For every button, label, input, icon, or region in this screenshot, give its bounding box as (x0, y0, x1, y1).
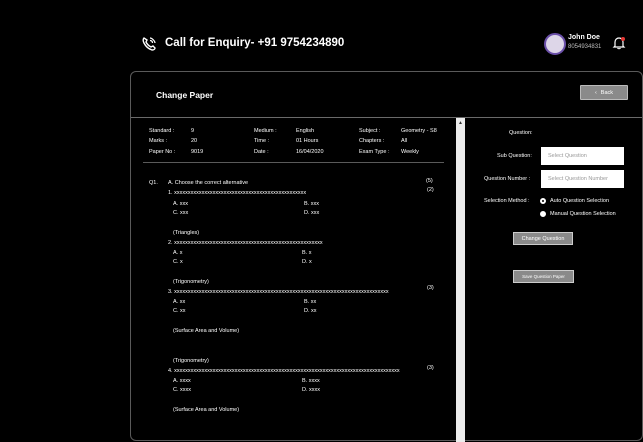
q4-text: 4. xxxxxxxxxxxxxxxxxxxxxxxxxxxxxxxxxxxxx… (168, 368, 400, 374)
chevron-left-icon: ‹ (594, 89, 597, 96)
top-header: Call for Enquiry- +91 9754234890 John Do… (0, 0, 643, 72)
question-label: Question: (509, 130, 533, 136)
question-number: Q1. (149, 180, 158, 186)
q2-option-d: D. x (302, 259, 312, 265)
q3-option-d: D. xx (304, 308, 317, 314)
chapters-value: All (401, 138, 408, 144)
back-button-label: Back (600, 89, 614, 96)
enquiry-phone-text: Call for Enquiry- +91 9754234890 (165, 37, 345, 49)
q1-text: 1. xxxxxxxxxxxxxxxxxxxxxxxxxxxxxxxxxxxxx… (168, 190, 307, 196)
time-value: 01 Hours (296, 138, 319, 144)
selection-method-label: Selection Method : (484, 198, 530, 204)
sub-question-label: Sub Question: (497, 153, 532, 159)
sub-question-select[interactable]: Select Question (541, 147, 624, 165)
avatar[interactable] (544, 33, 566, 55)
q2-chapter: (Trigonometry) (173, 279, 209, 285)
date-label: Date : (254, 149, 269, 155)
q4-chapter: (Surface Area and Volume) (173, 407, 240, 413)
q1-marks: (2) (427, 187, 434, 193)
change-question-button[interactable]: Change Question (513, 232, 573, 245)
date-value: 16/04/2020 (296, 149, 324, 155)
header-divider (131, 117, 642, 118)
time-label: Time : (254, 138, 270, 144)
marks-label: Marks : (149, 138, 168, 144)
q1-option-b: B. xxx (304, 201, 319, 207)
q2-option-c: C. x (173, 259, 183, 265)
user-name: John Doe (568, 34, 600, 41)
q1-chapter: (Triangles) (173, 230, 200, 236)
marks-value: 20 (191, 138, 198, 144)
manual-selection-radio[interactable] (540, 211, 546, 217)
exam-type-value: Weekly (401, 149, 419, 155)
exam-type-label: Exam Type : (359, 149, 390, 155)
change-paper-panel: Change Paper ‹ Back Standard : 9 Marks :… (130, 71, 643, 442)
paper-no-value: 9019 (191, 149, 204, 155)
q3-text: 3. xxxxxxxxxxxxxxxxxxxxxxxxxxxxxxxxxxxxx… (168, 289, 389, 295)
q2-option-a: A. x (173, 250, 183, 256)
scrollbar[interactable]: ▲ (456, 118, 465, 442)
q3-option-c: C. xx (173, 308, 186, 314)
q3-chapter: (Surface Area and Volume) (173, 328, 240, 334)
section-heading: A. Choose the correct alternative (168, 180, 249, 186)
q1-option-c: C. xxx (173, 210, 189, 216)
q3-marks: (3) (427, 285, 434, 291)
manual-selection-label: Manual Question Selection (550, 211, 616, 217)
standard-value: 9 (191, 128, 195, 134)
q1-option-d: D. xxx (304, 210, 320, 216)
page-title: Change Paper (156, 90, 214, 100)
save-question-paper-button[interactable]: Save Question Paper (513, 270, 574, 283)
auto-selection-label: Auto Question Selection (550, 198, 610, 204)
q4-option-c: C. xxxx (173, 387, 192, 393)
q4-option-b: B. xxxx (302, 378, 320, 384)
q4-chapter-pre: (Trigonometry) (173, 358, 209, 364)
q4-option-d: D. xxxx (302, 387, 321, 393)
question-number-select[interactable]: Select Question Number (541, 170, 624, 188)
auto-selection-radio[interactable] (540, 198, 546, 204)
bell-icon[interactable] (612, 36, 626, 50)
back-button[interactable]: ‹ Back (580, 85, 628, 100)
q2-option-b: B. x (302, 250, 312, 256)
q2-text: 2. xxxxxxxxxxxxxxxxxxxxxxxxxxxxxxxxxxxxx… (168, 240, 323, 246)
subject-value: Geometry - S8 (401, 128, 437, 134)
standard-label: Standard : (149, 128, 175, 134)
scroll-up-icon[interactable]: ▲ (458, 120, 463, 126)
q4-marks: (3) (427, 365, 434, 371)
q3-option-a: A. xx (173, 299, 186, 305)
info-divider (143, 162, 444, 163)
subject-label: Subject : (359, 128, 381, 134)
phone-icon (142, 37, 156, 51)
user-phone: 8054934831 (568, 44, 602, 50)
q4-option-a: A. xxxx (173, 378, 191, 384)
section-marks: (5) (426, 178, 433, 184)
chapters-label: Chapters : (359, 138, 385, 144)
paper-no-label: Paper No : (149, 149, 176, 155)
q3-option-b: B. xx (304, 299, 317, 305)
q1-option-a: A. xxx (173, 201, 188, 207)
medium-value: English (296, 128, 315, 134)
medium-label: Medium : (254, 128, 277, 134)
question-number-label: Question Number : (484, 176, 531, 182)
